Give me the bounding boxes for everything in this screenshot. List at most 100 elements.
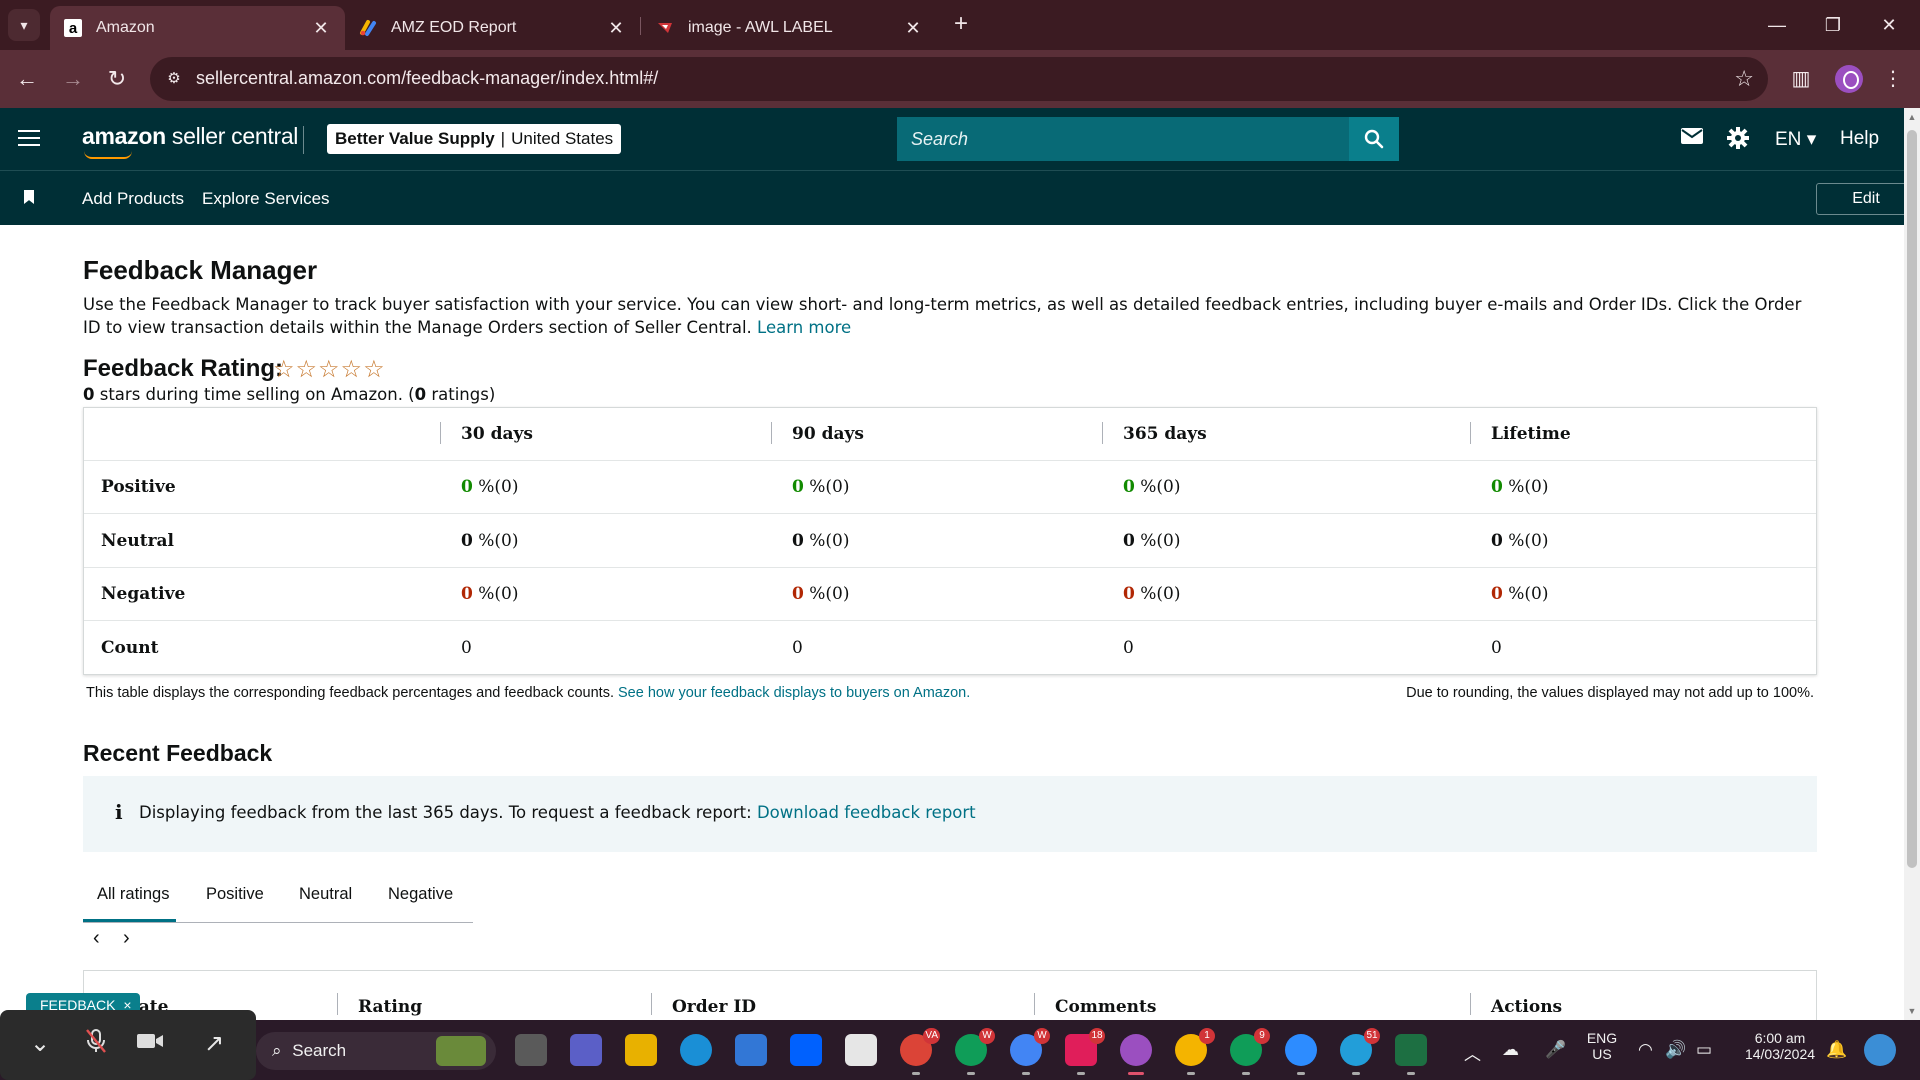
chrome-icon[interactable] bbox=[1120, 1034, 1152, 1075]
download-feedback-report-link[interactable]: Download feedback report bbox=[757, 803, 976, 822]
close-tab-icon[interactable]: ✕ bbox=[606, 18, 626, 39]
scroll-thumb[interactable] bbox=[1907, 130, 1917, 868]
intro-body: Use the Feedback Manager to track buyer … bbox=[83, 295, 1802, 337]
chevron-right-icon[interactable]: › bbox=[123, 927, 130, 950]
chevron-up-icon[interactable]: ︿ bbox=[1464, 1040, 1481, 1065]
reload-icon[interactable]: ↻ bbox=[100, 62, 134, 96]
teams-icon[interactable] bbox=[570, 1034, 602, 1066]
tab-positive[interactable]: Positive bbox=[206, 885, 264, 904]
menu-kebab-icon[interactable]: ⋮ bbox=[1876, 62, 1910, 96]
edge-icon[interactable] bbox=[680, 1034, 712, 1066]
seller-central-logo[interactable]: amazon seller central bbox=[82, 123, 299, 159]
browser-tab-awl-label[interactable]: image - AWL LABEL ✕ bbox=[642, 6, 937, 50]
tab-negative[interactable]: Negative bbox=[388, 885, 453, 904]
excel-icon[interactable] bbox=[1395, 1034, 1427, 1075]
zoom-icon[interactable] bbox=[1285, 1034, 1317, 1075]
mail-icon[interactable] bbox=[1680, 126, 1704, 152]
chevron-left-icon[interactable]: ‹ bbox=[93, 927, 100, 950]
edit-button[interactable]: Edit bbox=[1816, 183, 1916, 215]
table-cell: 0 %(0) bbox=[1123, 515, 1180, 568]
chevron-down-icon[interactable]: ⌄ bbox=[24, 1028, 56, 1060]
new-tab-icon[interactable]: + bbox=[947, 10, 975, 38]
profile-avatar-icon[interactable] bbox=[1835, 65, 1863, 93]
cell-percent: 0 bbox=[461, 477, 473, 497]
settings-gear-icon[interactable] bbox=[1726, 126, 1750, 156]
bookmark-star-icon[interactable]: ☆ bbox=[1734, 66, 1754, 92]
tab-search-dropdown[interactable]: ▾ bbox=[8, 9, 40, 41]
table-cell: 0 bbox=[1491, 622, 1502, 675]
onedrive-icon[interactable]: ☁ bbox=[1502, 1040, 1519, 1060]
scroll-up-icon[interactable]: ▲ bbox=[1907, 112, 1917, 122]
store-icon[interactable] bbox=[735, 1034, 767, 1066]
rating-value: 0 bbox=[83, 385, 95, 404]
forward-arrow-icon[interactable]: → bbox=[56, 62, 90, 96]
cell-percent: 0 bbox=[1491, 477, 1503, 497]
file-explorer-icon[interactable] bbox=[625, 1034, 657, 1066]
amazon-app-icon[interactable] bbox=[845, 1034, 877, 1066]
notification-bell-icon[interactable]: 🔔 bbox=[1826, 1040, 1847, 1060]
back-arrow-icon[interactable]: ← bbox=[10, 62, 44, 96]
language-selector[interactable]: EN ▾ bbox=[1775, 128, 1816, 151]
cell-percent: 0 bbox=[792, 584, 804, 604]
bookmark-icon[interactable] bbox=[24, 190, 34, 204]
clock-time: 6:00 am bbox=[1754, 1030, 1806, 1046]
chrome-icon[interactable]: W bbox=[1010, 1028, 1050, 1075]
close-tab-icon[interactable]: ✕ bbox=[311, 18, 331, 39]
tab-separator bbox=[640, 17, 641, 35]
page-scrollbar[interactable]: ▲ ▼ bbox=[1904, 108, 1920, 1020]
url-text[interactable]: sellercentral.amazon.com/feedback-manage… bbox=[196, 68, 658, 89]
windows-taskbar: ⌕ Search VA W W 18 1 9 51 ︿ ☁ 🎤 ENG US ◠… bbox=[0, 1020, 1920, 1080]
microphone-icon[interactable]: 🎤 bbox=[1545, 1040, 1566, 1060]
battery-icon[interactable]: ▭ bbox=[1696, 1040, 1712, 1060]
chrome-icon[interactable]: 1 bbox=[1175, 1028, 1215, 1075]
copilot-icon[interactable] bbox=[1864, 1034, 1896, 1066]
cell-percent: 0 bbox=[792, 530, 804, 551]
microphone-muted-icon[interactable] bbox=[80, 1028, 112, 1060]
row-label: Negative bbox=[101, 584, 186, 604]
chrome-icon[interactable]: VA bbox=[900, 1028, 940, 1075]
buyer-display-link[interactable]: See how your feedback displays to buyers… bbox=[618, 685, 970, 701]
telegram-icon[interactable]: 51 bbox=[1340, 1028, 1380, 1075]
camera-icon[interactable] bbox=[134, 1028, 166, 1060]
minimize-icon[interactable]: — bbox=[1762, 10, 1792, 40]
address-bar[interactable]: ⚙ sellercentral.amazon.com/feedback-mana… bbox=[150, 57, 1768, 101]
language-indicator[interactable]: ENG US bbox=[1580, 1030, 1624, 1062]
store-switcher[interactable]: Better Value Supply | United States bbox=[327, 124, 622, 154]
slack-icon[interactable]: 18 bbox=[1065, 1028, 1105, 1075]
hamburger-menu-icon[interactable] bbox=[18, 130, 40, 148]
volume-icon[interactable]: 🔊 bbox=[1665, 1040, 1686, 1060]
browser-tab-eod-report[interactable]: AMZ EOD Report ✕ bbox=[345, 6, 640, 50]
share-screen-icon[interactable]: ↗ bbox=[198, 1028, 230, 1060]
clock[interactable]: 6:00 am 14/03/2024 bbox=[1740, 1030, 1820, 1062]
scroll-down-icon[interactable]: ▼ bbox=[1907, 1006, 1917, 1016]
dropbox-icon[interactable] bbox=[790, 1034, 822, 1066]
chrome-icon[interactable]: W bbox=[955, 1028, 995, 1075]
close-window-icon[interactable]: ✕ bbox=[1874, 10, 1904, 40]
explore-services-link[interactable]: Explore Services bbox=[202, 189, 330, 209]
add-products-link[interactable]: Add Products bbox=[82, 189, 184, 209]
tab-neutral[interactable]: Neutral bbox=[299, 885, 352, 904]
search-button[interactable] bbox=[1349, 117, 1399, 161]
column-header-30-days: 30 days bbox=[461, 424, 533, 444]
cell-count: %(0) bbox=[1134, 477, 1181, 497]
search-icon bbox=[1364, 129, 1384, 149]
site-info-icon[interactable]: ⚙ bbox=[164, 69, 184, 89]
logo-suffix: seller central bbox=[165, 123, 299, 149]
side-panel-icon[interactable]: ▥ bbox=[1784, 62, 1818, 96]
restore-icon[interactable]: ❐ bbox=[1818, 10, 1848, 40]
search-input[interactable] bbox=[897, 117, 1349, 161]
seller-subnav: Add Products Explore Services Edit bbox=[0, 170, 1916, 225]
chrome-icon[interactable]: 9 bbox=[1230, 1028, 1270, 1075]
taskbar-search[interactable]: ⌕ Search bbox=[256, 1032, 496, 1070]
learn-more-link[interactable]: Learn more bbox=[757, 318, 851, 337]
rating-count: 0 bbox=[414, 385, 427, 404]
table-cell: 0 bbox=[1123, 622, 1134, 675]
tab-all-ratings[interactable]: All ratings bbox=[97, 885, 169, 904]
help-link[interactable]: Help bbox=[1840, 128, 1879, 150]
row-label: Count bbox=[101, 637, 159, 658]
close-tab-icon[interactable]: ✕ bbox=[903, 18, 923, 39]
browser-tab-amazon[interactable]: a Amazon ✕ bbox=[50, 6, 345, 50]
tab-title: image - AWL LABEL bbox=[688, 19, 833, 36]
task-view-icon[interactable] bbox=[515, 1034, 547, 1066]
wifi-icon[interactable]: ◠ bbox=[1638, 1040, 1653, 1060]
